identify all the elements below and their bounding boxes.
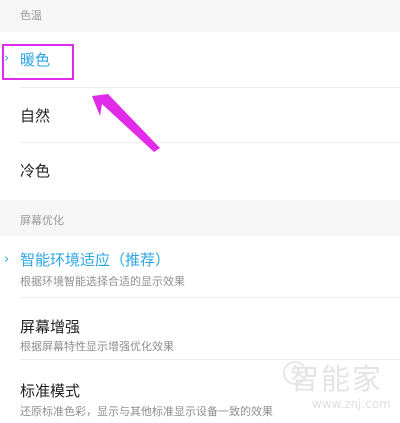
watermark-text: 智能家 — [290, 362, 384, 396]
watermark: 智能家 www.znj.com — [282, 356, 396, 416]
watermark-url: www.znj.com — [312, 397, 391, 411]
